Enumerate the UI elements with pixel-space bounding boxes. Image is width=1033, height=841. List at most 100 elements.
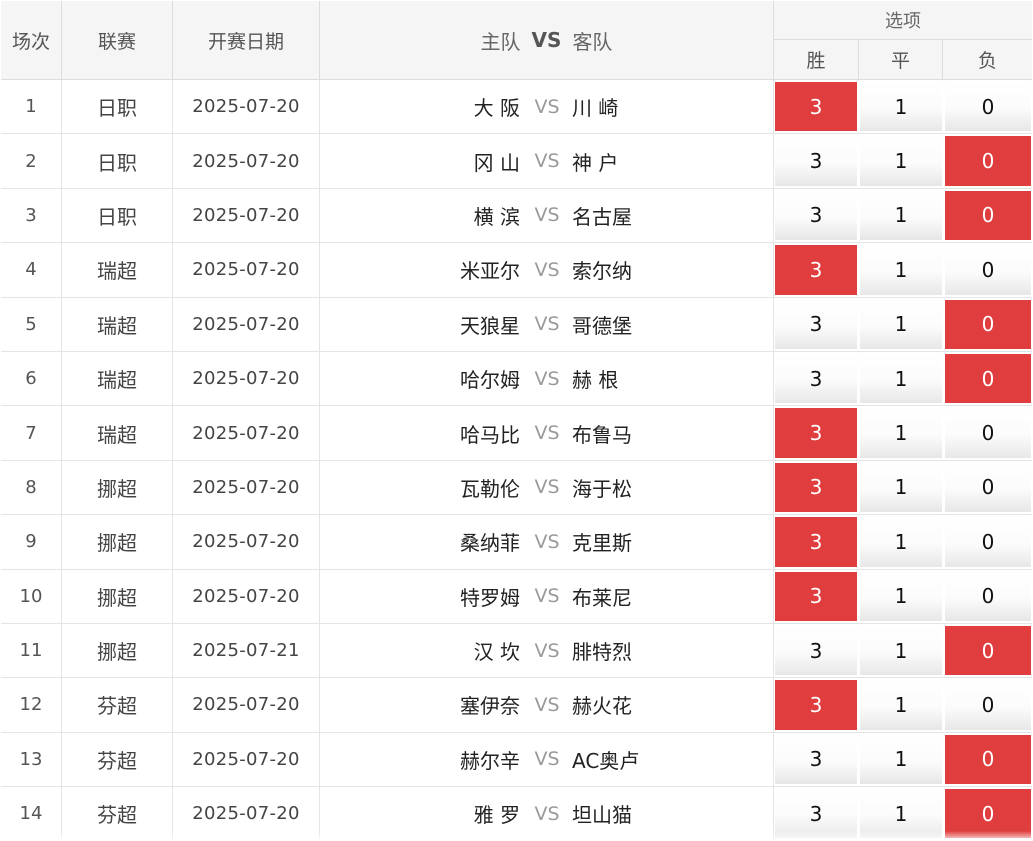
league-name: 日职 (62, 188, 173, 243)
option-lose-button[interactable]: 0 (945, 625, 1031, 676)
home-team: 哈马比 (460, 422, 520, 447)
away-team: 腓特烈 (572, 640, 632, 665)
option-win-button[interactable]: 3 (775, 680, 857, 730)
home-team: 冈 山 (473, 150, 520, 175)
home-team: 瓦勒伦 (460, 476, 520, 501)
home-team: 天狼星 (460, 313, 520, 338)
option-lose-button[interactable]: 0 (945, 190, 1031, 241)
option-lose-button[interactable]: 0 (945, 462, 1031, 513)
option-win-button[interactable]: 3 (775, 625, 857, 676)
option-win-button[interactable]: 3 (775, 245, 857, 295)
option-win-button[interactable]: 3 (775, 571, 857, 621)
option-lose-button[interactable]: 0 (945, 82, 1031, 132)
option-lose-button[interactable]: 0 (945, 353, 1031, 404)
option-win-button[interactable]: 3 (775, 136, 857, 186)
table-row: 12 芬超 2025-07-20 塞伊奈 VS 赫火花 3 1 0 (1, 678, 1032, 733)
header-date: 开赛日期 (173, 1, 320, 79)
match-date: 2025-07-21 (173, 623, 320, 678)
league-name: 日职 (62, 134, 173, 188)
vs-label: VS (534, 476, 560, 499)
table-row: 9 挪超 2025-07-20 桑纳菲 VS 克里斯 3 1 0 (1, 515, 1032, 570)
option-draw-button[interactable]: 1 (860, 462, 942, 513)
match-no: 7 (1, 406, 62, 460)
header-match-no: 场次 (1, 1, 62, 79)
option-win-button[interactable]: 3 (775, 82, 857, 132)
option-lose-button[interactable]: 0 (945, 734, 1031, 785)
option-draw-button[interactable]: 1 (860, 299, 942, 349)
option-draw-button[interactable]: 1 (860, 408, 942, 458)
match-no: 4 (1, 243, 62, 297)
table-row: 10 挪超 2025-07-20 特罗姆 VS 布莱尼 3 1 0 (1, 569, 1032, 624)
table-row: 4 瑞超 2025-07-20 米亚尔 VS 索尔纳 3 1 0 (1, 243, 1032, 298)
option-lose-button[interactable]: 0 (945, 517, 1031, 567)
vs-label: VS (534, 258, 560, 281)
home-team: 汉 坎 (473, 640, 520, 665)
option-draw-button[interactable]: 1 (860, 190, 942, 241)
option-draw-button[interactable]: 1 (860, 353, 942, 404)
match-no: 2 (1, 134, 62, 188)
option-draw-button[interactable]: 1 (860, 734, 942, 785)
vs-label: VS (534, 204, 560, 227)
match-teams: 汉 坎 VS 腓特烈 (320, 623, 774, 678)
header-league: 联赛 (62, 1, 173, 79)
league-name: 芬超 (62, 678, 173, 732)
option-win-button[interactable]: 3 (775, 408, 857, 458)
option-draw-button[interactable]: 1 (860, 680, 942, 730)
option-draw-button[interactable]: 1 (860, 517, 942, 567)
league-name: 挪超 (62, 515, 173, 569)
option-lose-button[interactable]: 0 (945, 571, 1031, 621)
option-lose-button[interactable]: 0 (945, 136, 1031, 186)
vs-label: VS (534, 530, 560, 553)
match-teams: 瓦勒伦 VS 海于松 (320, 460, 774, 515)
home-team: 特罗姆 (460, 585, 520, 610)
option-win-button[interactable]: 3 (775, 190, 857, 241)
home-team: 桑纳菲 (460, 531, 520, 556)
option-draw-button[interactable]: 1 (860, 625, 942, 676)
match-date: 2025-07-20 (173, 569, 320, 623)
away-team: 赫火花 (572, 694, 632, 719)
option-draw-button[interactable]: 1 (860, 136, 942, 186)
option-draw-button[interactable]: 1 (860, 245, 942, 295)
away-team: AC奥卢 (572, 748, 640, 773)
away-team: 布莱尼 (572, 585, 632, 610)
header-win: 胜 (774, 40, 859, 79)
vs-label: VS (534, 422, 560, 445)
option-lose-button[interactable]: 0 (945, 299, 1031, 349)
option-win-button[interactable]: 3 (775, 353, 857, 404)
league-name: 挪超 (62, 460, 173, 515)
header-vs: VS (531, 28, 562, 52)
league-name: 瑞超 (62, 297, 173, 351)
match-selection-page: 场次 联赛 开赛日期 主队 VS 客队 选项 胜 平 负 1 日职 2025-07-… (0, 0, 1033, 841)
option-draw-button[interactable]: 1 (860, 571, 942, 621)
header-options: 选项 胜 平 负 (774, 1, 1032, 79)
match-date: 2025-07-20 (173, 243, 320, 297)
away-team: 海于松 (572, 476, 632, 501)
match-teams: 哈马比 VS 布鲁马 (320, 406, 774, 460)
option-lose-button[interactable]: 0 (945, 245, 1031, 295)
option-win-button[interactable]: 3 (775, 517, 857, 567)
table-row: 2 日职 2025-07-20 冈 山 VS 神 户 310 (1, 134, 1032, 189)
option-lose-button[interactable]: 0 (945, 680, 1031, 730)
match-no: 9 (1, 515, 62, 569)
header-options-title: 选项 (774, 1, 1032, 40)
away-team: 神 户 (572, 150, 619, 175)
match-teams: 赫尔辛 VS AC奥卢 (320, 732, 774, 787)
away-team: 赫 根 (572, 368, 619, 393)
vs-label: VS (534, 95, 560, 118)
option-lose-button[interactable]: 0 (945, 408, 1031, 458)
match-no: 6 (1, 351, 62, 406)
option-win-button[interactable]: 3 (775, 462, 857, 513)
table-row: 3 日职 2025-07-20 横 滨 VS 名古屋 3 1 0 (1, 188, 1032, 244)
option-win-button[interactable]: 3 (775, 299, 857, 349)
option-win-button[interactable]: 3 (775, 734, 857, 785)
table-body: 1 日职 2025-07-20 大 阪 VS 川 崎 3 1 0 2 日职 2025-07-20 冈 山… (1, 80, 1032, 841)
header-lose: 负 (977, 50, 997, 72)
vs-label: VS (534, 693, 560, 716)
match-teams: 米亚尔 VS 索尔纳 (320, 243, 774, 297)
bottom-fade (0, 831, 1033, 841)
match-date: 2025-07-20 (173, 460, 320, 515)
match-teams: 冈 山 VS 神 户 (320, 134, 774, 188)
option-draw-button[interactable]: 1 (860, 82, 942, 132)
match-date: 2025-07-20 (173, 515, 320, 569)
match-date: 2025-07-20 (173, 188, 320, 243)
